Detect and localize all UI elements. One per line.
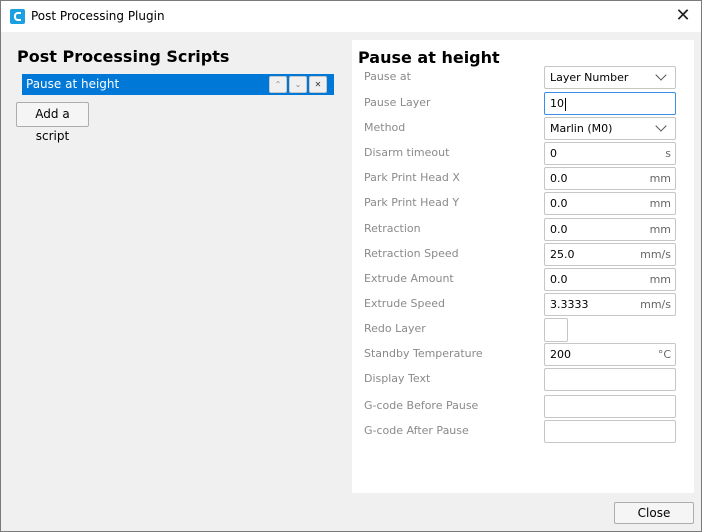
setting-row-pause-layer: Pause Layer 10 [352, 92, 694, 116]
input-value: 0.0 [550, 197, 568, 210]
close-icon[interactable]: ✕ [673, 6, 693, 26]
unit-label: s [665, 147, 671, 160]
gcode-before-pause-input[interactable] [544, 395, 676, 418]
settings-heading: Pause at height [358, 48, 500, 67]
input-value: 0.0 [550, 172, 568, 185]
window-title: Post Processing Plugin [31, 9, 165, 23]
script-item-label: Pause at height [26, 77, 120, 91]
input-value: 0 [550, 147, 557, 160]
unit-label: mm [649, 273, 671, 286]
input-value: 0.0 [550, 223, 568, 236]
input-value: 0.0 [550, 273, 568, 286]
chevron-down-icon: ⌄ [294, 80, 302, 89]
setting-row-method: Method Marlin (M0) [352, 117, 694, 141]
unit-label: mm/s [640, 248, 671, 261]
setting-label: Park Print Head X [364, 171, 460, 184]
title-bar: Post Processing Plugin ✕ [1, 1, 701, 32]
setting-label: G-code After Pause [364, 424, 469, 437]
chevron-up-icon: ⌃ [274, 80, 282, 89]
remove-script-button[interactable]: ✕ [309, 76, 327, 93]
pause-layer-input[interactable]: 10 [544, 92, 676, 115]
redo-layer-checkbox[interactable] [544, 318, 568, 342]
disarm-timeout-input[interactable]: 0 s [544, 142, 676, 165]
setting-row-pause-at: Pause at Layer Number [352, 66, 694, 90]
gcode-after-pause-input[interactable] [544, 420, 676, 443]
setting-label: Retraction [364, 222, 421, 235]
text-cursor [565, 97, 566, 111]
chevron-down-icon [655, 69, 667, 81]
move-up-button[interactable]: ⌃ [269, 76, 287, 93]
setting-row-extrude-amount: Extrude Amount 0.0 mm [352, 268, 694, 292]
move-down-button[interactable]: ⌄ [289, 76, 307, 93]
close-button[interactable]: Close [614, 502, 694, 524]
setting-label: Extrude Speed [364, 297, 445, 310]
scripts-heading: Post Processing Scripts [17, 47, 230, 66]
setting-row-gcode-before-pause: G-code Before Pause [352, 395, 694, 419]
setting-label: Redo Layer [364, 322, 426, 335]
setting-label: Display Text [364, 372, 431, 385]
dropdown-value: Layer Number [550, 71, 629, 84]
setting-row-retraction: Retraction 0.0 mm [352, 218, 694, 242]
setting-row-extrude-speed: Extrude Speed 3.3333 mm/s [352, 293, 694, 317]
unit-label: mm [649, 223, 671, 236]
input-value: 10 [550, 97, 564, 110]
unit-label: mm [649, 197, 671, 210]
retraction-input[interactable]: 0.0 mm [544, 218, 676, 241]
setting-row-redo-layer: Redo Layer [352, 318, 694, 342]
input-value: 25.0 [550, 248, 575, 261]
setting-label: Disarm timeout [364, 146, 450, 159]
setting-label: Extrude Amount [364, 272, 454, 285]
setting-row-gcode-after-pause: G-code After Pause [352, 420, 694, 444]
park-y-input[interactable]: 0.0 mm [544, 192, 676, 215]
setting-label: Park Print Head Y [364, 196, 460, 209]
retraction-speed-input[interactable]: 25.0 mm/s [544, 243, 676, 266]
setting-row-park-x: Park Print Head X 0.0 mm [352, 167, 694, 191]
add-script-button[interactable]: Add a script [16, 102, 89, 143]
chevron-down-icon [655, 120, 667, 132]
unit-label: mm/s [640, 298, 671, 311]
setting-row-disarm-timeout: Disarm timeout 0 s [352, 142, 694, 166]
script-settings-panel: Pause at height Pause at Layer Number Pa… [352, 40, 694, 493]
setting-row-park-y: Park Print Head Y 0.0 mm [352, 192, 694, 216]
cura-icon [10, 9, 25, 24]
setting-label: Pause at [364, 70, 411, 83]
setting-label: Method [364, 121, 406, 134]
unit-label: mm [649, 172, 671, 185]
setting-label: Retraction Speed [364, 247, 459, 260]
script-list-item[interactable]: Pause at height ⌃ ⌄ ✕ [22, 74, 334, 95]
unit-label: °C [657, 348, 671, 361]
park-x-input[interactable]: 0.0 mm [544, 167, 676, 190]
input-value: 200 [550, 348, 571, 361]
setting-row-display-text: Display Text [352, 368, 694, 392]
post-processing-dialog: Post Processing Plugin ✕ Post Processing… [0, 0, 702, 532]
method-dropdown[interactable]: Marlin (M0) [544, 117, 676, 140]
setting-row-retraction-speed: Retraction Speed 25.0 mm/s [352, 243, 694, 267]
standby-temperature-input[interactable]: 200 °C [544, 343, 676, 366]
setting-label: Pause Layer [364, 96, 431, 109]
input-value: 3.3333 [550, 298, 589, 311]
display-text-input[interactable] [544, 368, 676, 391]
setting-row-standby-temperature: Standby Temperature 200 °C [352, 343, 694, 367]
dropdown-value: Marlin (M0) [550, 122, 613, 135]
extrude-speed-input[interactable]: 3.3333 mm/s [544, 293, 676, 316]
setting-label: Standby Temperature [364, 347, 483, 360]
extrude-amount-input[interactable]: 0.0 mm [544, 268, 676, 291]
close-icon: ✕ [314, 80, 322, 89]
setting-label: G-code Before Pause [364, 399, 479, 412]
pause-at-dropdown[interactable]: Layer Number [544, 66, 676, 89]
